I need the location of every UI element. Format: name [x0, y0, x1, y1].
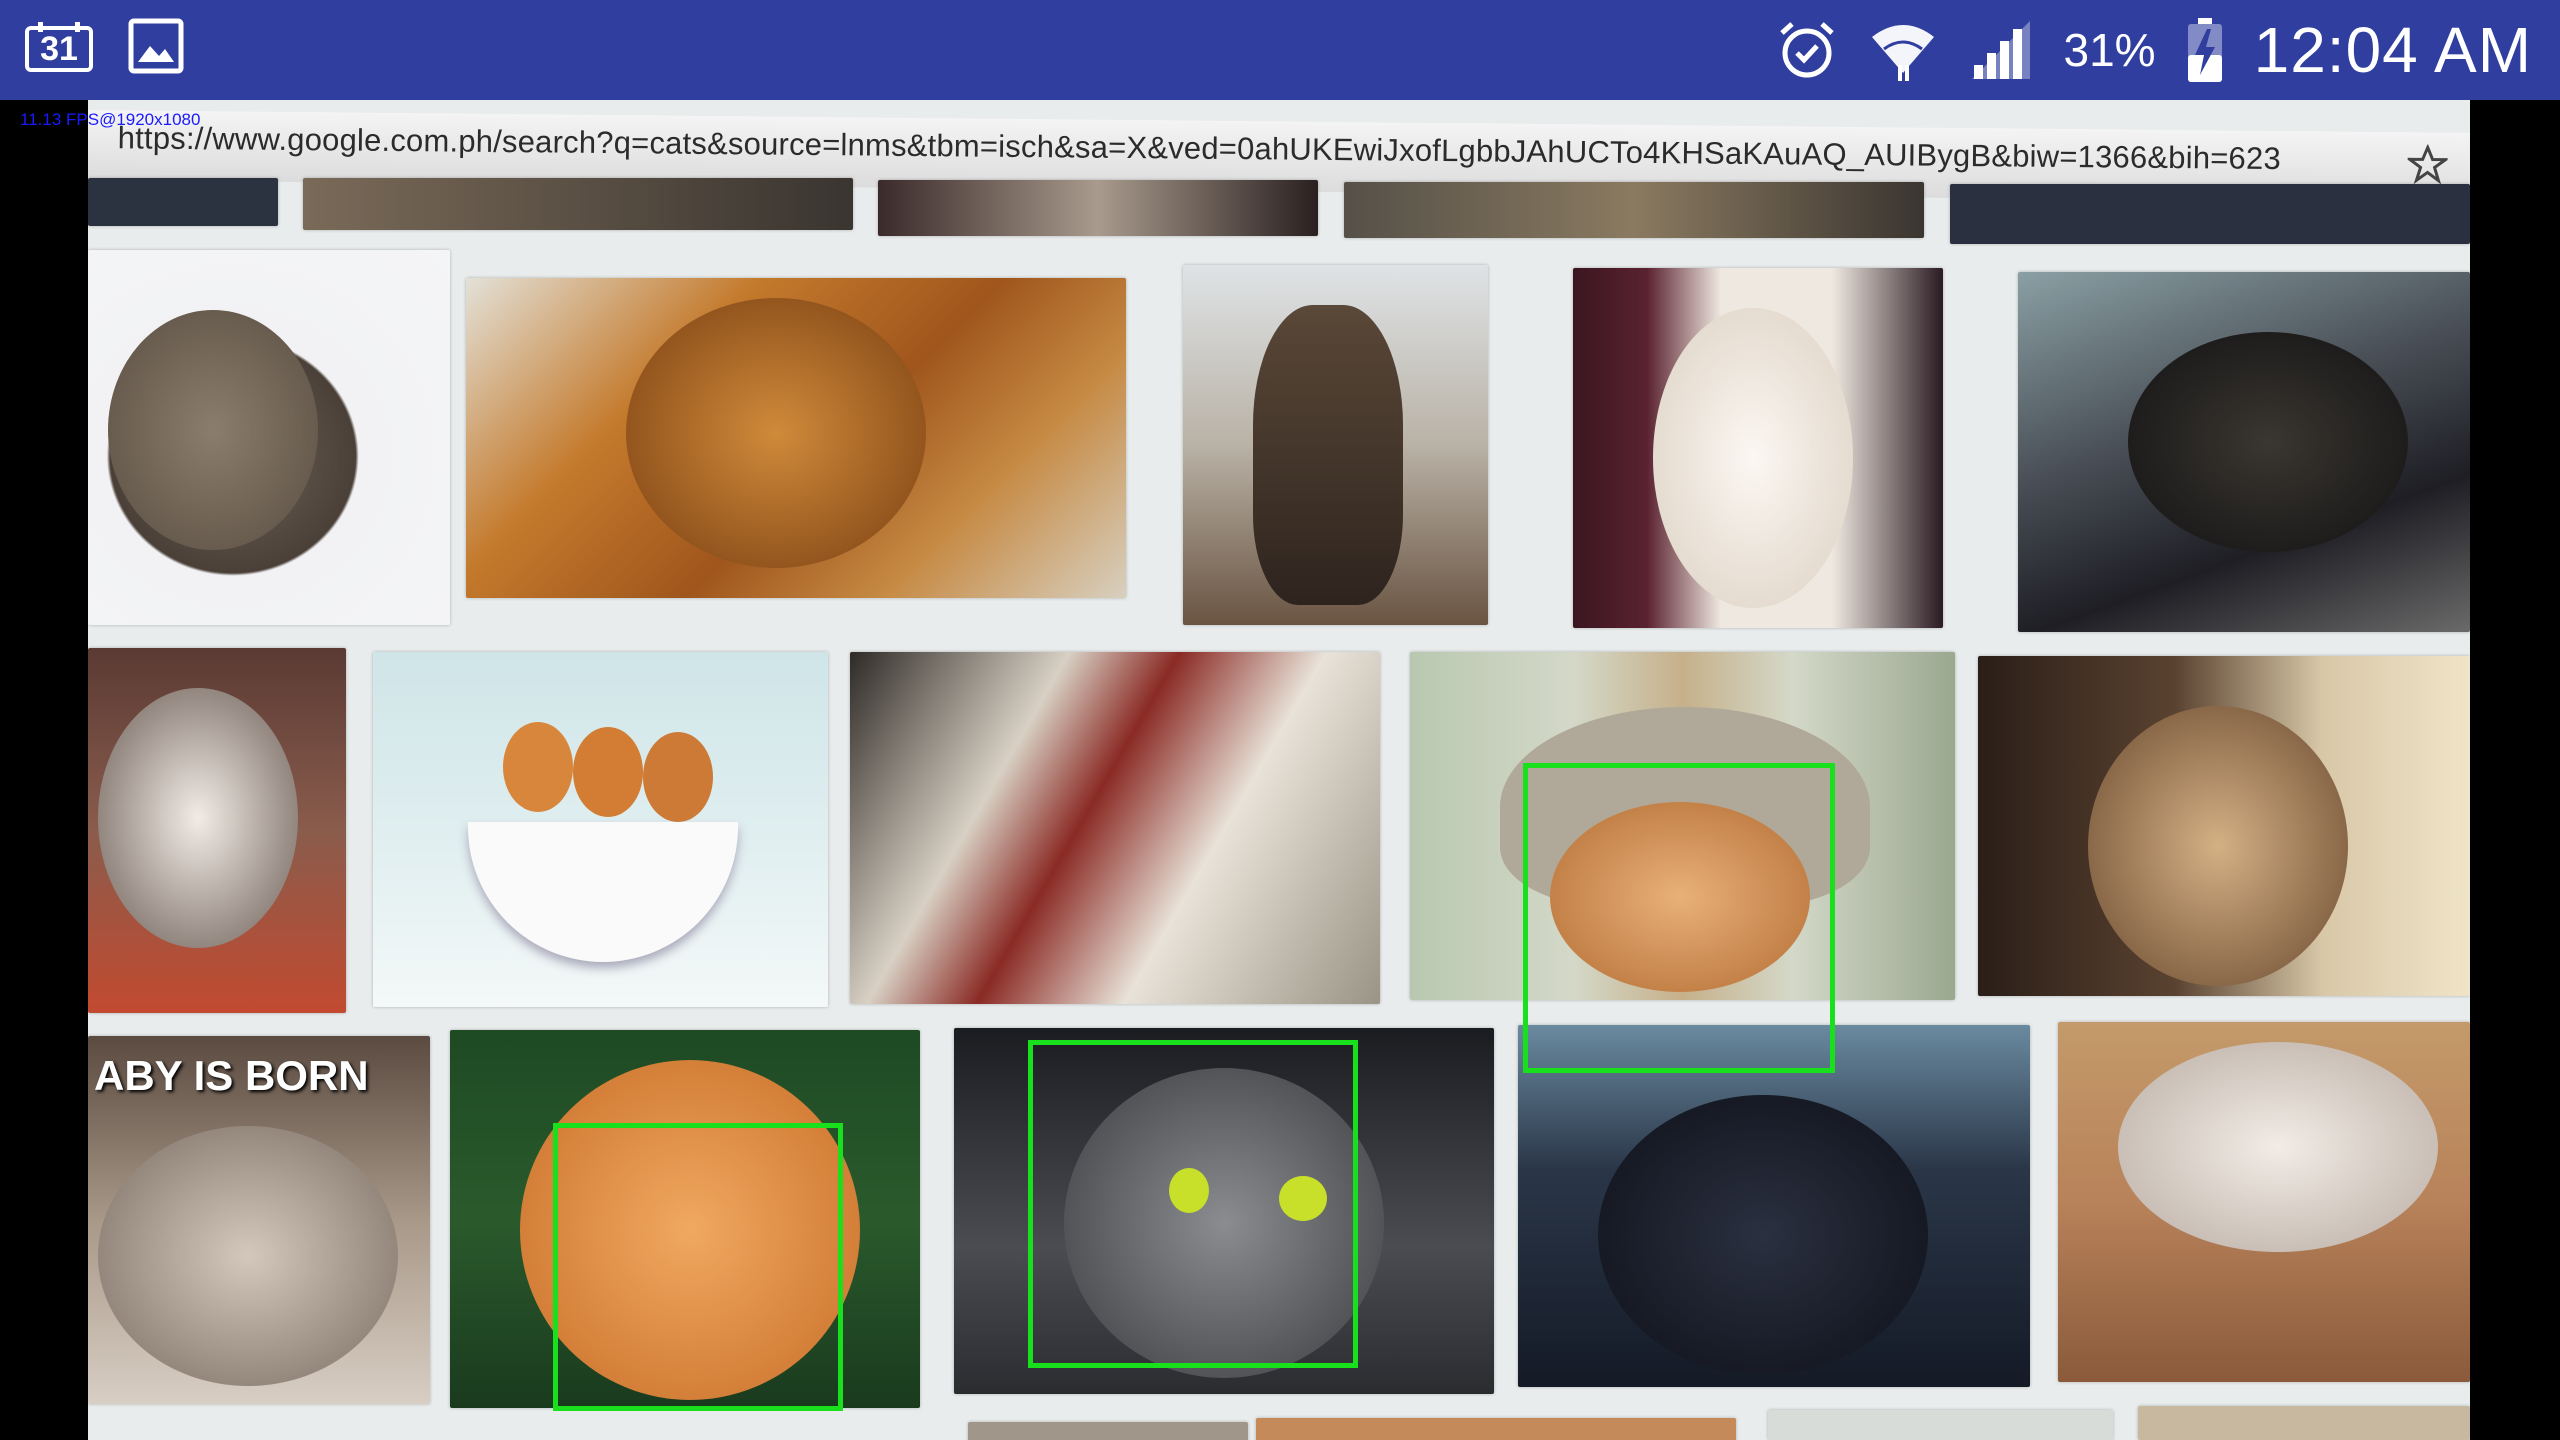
face-detection-box — [1523, 763, 1835, 1073]
wifi-icon — [1868, 17, 1938, 83]
image-thumbnail[interactable] — [1183, 265, 1488, 625]
gallery-icon — [128, 18, 184, 74]
calendar-day: 31 — [40, 30, 78, 68]
image-thumbnail[interactable] — [1518, 1025, 2030, 1387]
image-caption: ABY IS BORN — [94, 1052, 369, 1099]
calendar-icon: 31 — [24, 20, 94, 72]
image-thumbnail[interactable] — [1256, 1418, 1736, 1440]
image-thumbnail[interactable] — [88, 250, 450, 625]
image-thumbnail[interactable] — [968, 1422, 1248, 1440]
signal-icon — [1968, 19, 2034, 81]
fps-overlay: 11.13 FPS@1920x1080 — [20, 110, 201, 129]
image-thumbnail[interactable] — [1978, 656, 2470, 996]
clock: 12:04 AM — [2253, 14, 2532, 86]
image-thumbnail[interactable] — [2138, 1406, 2470, 1440]
battery-charging-icon — [2186, 17, 2224, 83]
status-bar: 31 31% 12:04 AM — [0, 0, 2560, 100]
alarm-icon — [1776, 19, 1838, 81]
star-icon[interactable] — [2407, 144, 2448, 185]
face-detection-box — [1028, 1040, 1358, 1368]
image-thumbnail[interactable]: ABY IS BORN — [88, 1036, 430, 1404]
image-thumbnail[interactable] — [1768, 1410, 2113, 1440]
url-text: https://www.google.com.ph/search?q=cats&… — [117, 120, 2282, 177]
image-thumbnail[interactable] — [878, 180, 1318, 236]
image-thumbnail[interactable] — [88, 648, 346, 1013]
image-thumbnail[interactable] — [850, 652, 1380, 1004]
image-thumbnail[interactable] — [1573, 268, 1943, 628]
image-thumbnail[interactable] — [303, 178, 853, 230]
battery-percent: 31% — [2063, 24, 2156, 76]
image-thumbnail[interactable] — [1344, 182, 1924, 238]
image-thumbnail[interactable] — [88, 178, 278, 226]
image-thumbnail[interactable] — [466, 278, 1126, 598]
image-thumbnail[interactable] — [2058, 1022, 2470, 1382]
face-detection-box — [553, 1123, 843, 1411]
image-thumbnail[interactable] — [1950, 184, 2470, 244]
image-thumbnail[interactable] — [2018, 272, 2470, 632]
image-thumbnail[interactable] — [373, 652, 828, 1007]
